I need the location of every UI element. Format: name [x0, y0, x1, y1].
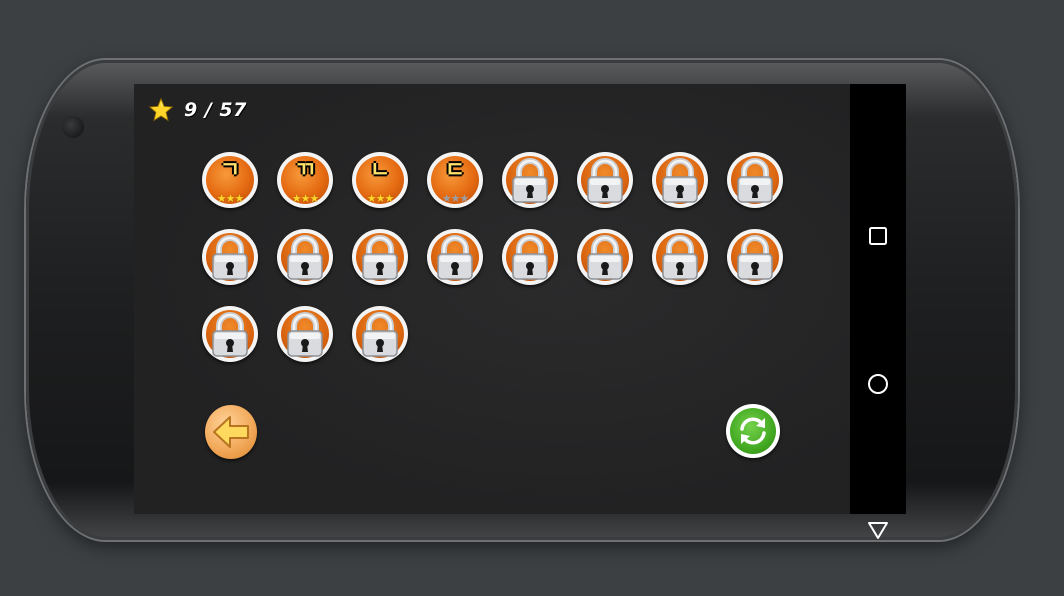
lock-icon — [737, 158, 773, 203]
level-glyph: ㄱ — [219, 158, 241, 183]
star-filled-icon: ★ — [384, 192, 394, 205]
level-button-3[interactable]: ㄴ ★★★ — [352, 152, 408, 208]
level-button-16[interactable] — [727, 229, 783, 285]
stars-count-label: 9 / 57 — [184, 99, 247, 121]
level-button-15[interactable] — [652, 229, 708, 285]
lock-icon — [737, 235, 773, 280]
level-button-5[interactable] — [502, 152, 558, 208]
star-empty-icon: ★ — [441, 192, 452, 205]
level-button-11[interactable] — [352, 229, 408, 285]
level-glyph: ㄲ — [294, 158, 316, 183]
lock-icon — [662, 235, 698, 280]
star-filled-icon: ★ — [309, 192, 319, 205]
level-glyph: ㄴ — [369, 158, 391, 183]
level-stars: ★★★ — [202, 193, 258, 205]
lock-icon — [437, 235, 473, 280]
level-button-19[interactable] — [352, 306, 408, 362]
level-button-2[interactable]: ㄲ ★★★ — [277, 152, 333, 208]
back-nav-button[interactable] — [850, 510, 906, 550]
level-button-7[interactable] — [652, 152, 708, 208]
level-stars: ★★★ — [427, 193, 483, 205]
level-button-9[interactable] — [202, 229, 258, 285]
level-button-1[interactable]: ㄱ ★★★ — [202, 152, 258, 208]
star-icon — [148, 97, 174, 122]
lock-icon — [587, 158, 623, 203]
level-stars: ★★★ — [277, 193, 333, 205]
level-button-13[interactable] — [502, 229, 558, 285]
reset-button-face — [730, 408, 776, 454]
lock-icon — [662, 158, 698, 203]
reset-button[interactable] — [726, 404, 780, 458]
level-button-12[interactable] — [427, 229, 483, 285]
camera-icon — [62, 116, 84, 138]
lock-icon — [362, 235, 398, 280]
lock-icon — [287, 312, 323, 357]
lock-icon — [212, 235, 248, 280]
stars-counter: 9 / 57 — [148, 97, 247, 123]
lock-icon — [587, 235, 623, 280]
level-button-6[interactable] — [577, 152, 633, 208]
star-filled-icon: ★ — [366, 192, 377, 205]
star-filled-icon: ★ — [216, 192, 227, 205]
overview-square-icon — [869, 227, 887, 245]
arrow-left-icon — [213, 416, 249, 448]
lock-icon — [287, 235, 323, 280]
level-stars: ★★★ — [352, 193, 408, 205]
home-button[interactable] — [850, 364, 906, 404]
level-button-10[interactable] — [277, 229, 333, 285]
home-circle-icon — [868, 374, 888, 394]
level-button-17[interactable] — [202, 306, 258, 362]
star-empty-icon: ★ — [459, 192, 469, 205]
level-glyph: ㄷ — [444, 158, 466, 183]
lock-icon — [212, 312, 248, 357]
android-navbar — [850, 84, 906, 539]
lock-icon — [512, 158, 548, 203]
back-button[interactable] — [205, 405, 257, 459]
level-button-4[interactable]: ㄷ ★★★ — [427, 152, 483, 208]
lock-icon — [512, 235, 548, 280]
level-button-14[interactable] — [577, 229, 633, 285]
level-button-18[interactable] — [277, 306, 333, 362]
star-filled-icon: ★ — [234, 192, 244, 205]
back-triangle-icon — [868, 522, 888, 539]
refresh-icon — [740, 417, 766, 445]
level-button-8[interactable] — [727, 152, 783, 208]
star-filled-icon: ★ — [291, 192, 302, 205]
lock-icon — [362, 312, 398, 357]
overview-button[interactable] — [850, 216, 906, 256]
